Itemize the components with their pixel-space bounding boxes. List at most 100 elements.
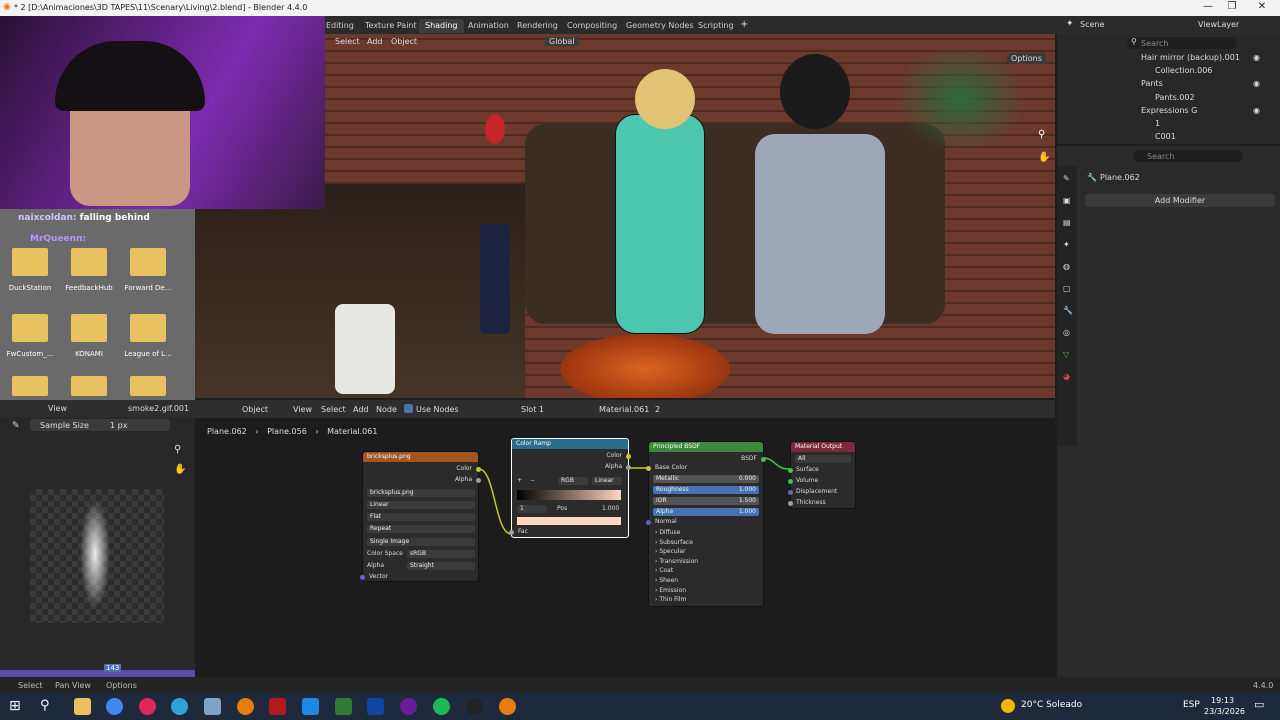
language-indicator[interactable]: ESP bbox=[1183, 700, 1200, 710]
video-editor-icon[interactable] bbox=[269, 698, 286, 715]
transform-orientation-dropdown[interactable]: Global bbox=[545, 37, 579, 46]
outliner-search-input[interactable]: Search bbox=[1127, 37, 1237, 49]
desktop-icon-label[interactable]: KONAMI bbox=[59, 350, 119, 358]
output-icon[interactable]: ▤ bbox=[1063, 218, 1071, 227]
image-texture-node[interactable]: bricksplus.png Color Alpha bricksplus.pn… bbox=[360, 451, 481, 582]
color-mode-dropdown[interactable]: RGB bbox=[558, 477, 588, 485]
desktop-icon-label[interactable]: League of L... bbox=[118, 350, 178, 358]
desktop-icon-label[interactable]: FeedbackHub bbox=[59, 284, 119, 292]
image-datablock-field[interactable]: bricksplus.png bbox=[367, 489, 475, 497]
chrome-icon[interactable] bbox=[106, 698, 123, 715]
viewlayer-selector[interactable]: ViewLayer bbox=[1198, 20, 1239, 29]
roughness-field[interactable]: Roughness 1.000 bbox=[653, 486, 759, 494]
output-socket[interactable] bbox=[626, 465, 631, 470]
desktop-icon-label[interactable]: Forward De... bbox=[118, 284, 178, 292]
tool-icon[interactable]: ✎ bbox=[1063, 174, 1070, 183]
desktop-icon-label[interactable]: DuckStation bbox=[0, 284, 60, 292]
edge-icon[interactable] bbox=[171, 698, 188, 715]
shader-node-editor[interactable]: Object View Select Add Node Use Nodes Sl… bbox=[195, 400, 1055, 677]
outliner-item[interactable]: Collection.006 bbox=[1155, 66, 1212, 75]
scene-icon[interactable]: ✦ bbox=[1063, 240, 1070, 249]
viewport-options-button[interactable]: Options bbox=[1007, 53, 1046, 64]
timeline-bar[interactable] bbox=[0, 670, 195, 677]
ior-field[interactable]: IOR 1.500 bbox=[653, 497, 759, 505]
input-socket[interactable] bbox=[788, 468, 793, 473]
folder-icon[interactable] bbox=[130, 376, 166, 396]
material-icon[interactable]: ◕ bbox=[1063, 372, 1070, 381]
output-socket[interactable] bbox=[761, 457, 766, 462]
input-socket[interactable] bbox=[646, 520, 651, 525]
panel-subsurface[interactable]: › Subsurface bbox=[655, 539, 693, 546]
output-socket[interactable] bbox=[626, 454, 631, 459]
file-explorer-icon[interactable] bbox=[74, 698, 91, 715]
panel-thin-film[interactable]: › Thin Film bbox=[655, 596, 686, 603]
panel-diffuse[interactable]: › Diffuse bbox=[655, 529, 680, 536]
stop-index-field[interactable]: 1 bbox=[517, 505, 547, 513]
add-stop-icon[interactable]: + bbox=[517, 477, 522, 484]
close-icon[interactable]: ✕ bbox=[1250, 1, 1274, 15]
hand-icon[interactable]: ✋ bbox=[1038, 152, 1050, 163]
alpha-mode-dropdown[interactable]: Straight bbox=[407, 562, 475, 570]
tab-scripting[interactable]: Scripting bbox=[692, 19, 740, 33]
tab-geometry-nodes[interactable]: Geometry Nodes bbox=[620, 19, 699, 33]
blender-icon[interactable] bbox=[237, 698, 254, 715]
eye-icon[interactable]: ◉ bbox=[1253, 53, 1260, 62]
source-dropdown[interactable]: Single Image bbox=[367, 538, 475, 546]
minimize-icon[interactable]: — bbox=[1196, 1, 1220, 15]
frame-indicator[interactable]: 143 bbox=[104, 664, 122, 672]
windows-start-icon[interactable]: ⊞ bbox=[9, 698, 21, 714]
alpha-field[interactable]: Alpha 1.000 bbox=[653, 508, 759, 516]
folder-icon[interactable] bbox=[130, 248, 166, 276]
add-workspace-icon[interactable]: + bbox=[740, 19, 748, 30]
input-socket[interactable] bbox=[788, 490, 793, 495]
panel-coat[interactable]: › Coat bbox=[655, 567, 673, 574]
input-socket[interactable] bbox=[788, 501, 793, 506]
output-target-dropdown[interactable]: All bbox=[795, 455, 851, 463]
data-icon[interactable]: ▽ bbox=[1063, 350, 1069, 359]
folder-icon[interactable] bbox=[71, 376, 107, 396]
tab-shading[interactable]: Shading bbox=[419, 19, 464, 33]
clock-time[interactable]: 19:13 bbox=[1211, 696, 1234, 705]
folder-icon[interactable] bbox=[71, 248, 107, 276]
output-socket[interactable] bbox=[476, 467, 481, 472]
tab-rendering[interactable]: Rendering bbox=[511, 19, 564, 33]
outliner-item[interactable]: Pants bbox=[1141, 79, 1163, 88]
obs-icon[interactable] bbox=[466, 698, 483, 715]
panel-emission[interactable]: › Emission bbox=[655, 587, 686, 594]
clock-date[interactable]: 23/3/2026 bbox=[1204, 707, 1245, 716]
viewport-add-menu[interactable]: Add bbox=[367, 37, 383, 46]
modifier-wrench-icon[interactable]: 🔧 bbox=[1063, 306, 1073, 315]
outliner-item[interactable]: Pants.002 bbox=[1155, 93, 1195, 102]
outliner-item[interactable]: C001 bbox=[1155, 132, 1176, 141]
panel-sheen[interactable]: › Sheen bbox=[655, 577, 678, 584]
spotify-icon[interactable] bbox=[433, 698, 450, 715]
remove-stop-icon[interactable]: − bbox=[530, 477, 535, 484]
opera-icon[interactable] bbox=[139, 698, 156, 715]
input-socket[interactable] bbox=[788, 479, 793, 484]
eye-icon[interactable]: ◉ bbox=[1253, 106, 1260, 115]
desktop-icon-label[interactable]: FwCustom_... bbox=[0, 350, 60, 358]
weather-text[interactable]: 20°C Soleado bbox=[1021, 700, 1082, 710]
tab-compositing[interactable]: Compositing bbox=[561, 19, 623, 33]
pos-value[interactable]: 1.000 bbox=[602, 505, 619, 512]
panel-transmission[interactable]: › Transmission bbox=[655, 558, 698, 565]
scene-selector[interactable]: Scene bbox=[1080, 20, 1104, 29]
physics-icon[interactable]: ◎ bbox=[1063, 328, 1070, 337]
gradient-preview[interactable] bbox=[517, 490, 621, 500]
stop-color-swatch[interactable] bbox=[517, 517, 621, 525]
viewport-object-menu[interactable]: Object bbox=[391, 37, 417, 46]
zoom-icon[interactable]: ⚲ bbox=[1038, 129, 1045, 140]
image-preview[interactable] bbox=[30, 489, 164, 623]
panel-specular[interactable]: › Specular bbox=[655, 548, 686, 555]
zoom-icon[interactable]: ⚲ bbox=[174, 444, 181, 455]
input-socket[interactable] bbox=[646, 466, 651, 471]
eyedropper-icon[interactable]: ✎ bbox=[12, 421, 20, 431]
vim-icon[interactable] bbox=[367, 698, 384, 715]
viewport-select-menu[interactable]: Select bbox=[335, 37, 360, 46]
principled-bsdf-node[interactable]: Principled BSDF BSDF Base Color Metallic… bbox=[646, 441, 766, 607]
folder-icon[interactable] bbox=[71, 314, 107, 342]
add-modifier-button[interactable]: Add Modifier bbox=[1085, 194, 1275, 207]
notification-icon[interactable]: ▭ bbox=[1254, 698, 1264, 711]
interpolation-dropdown[interactable]: Linear bbox=[592, 477, 622, 485]
outliner-item[interactable]: Expressions G bbox=[1141, 106, 1197, 115]
